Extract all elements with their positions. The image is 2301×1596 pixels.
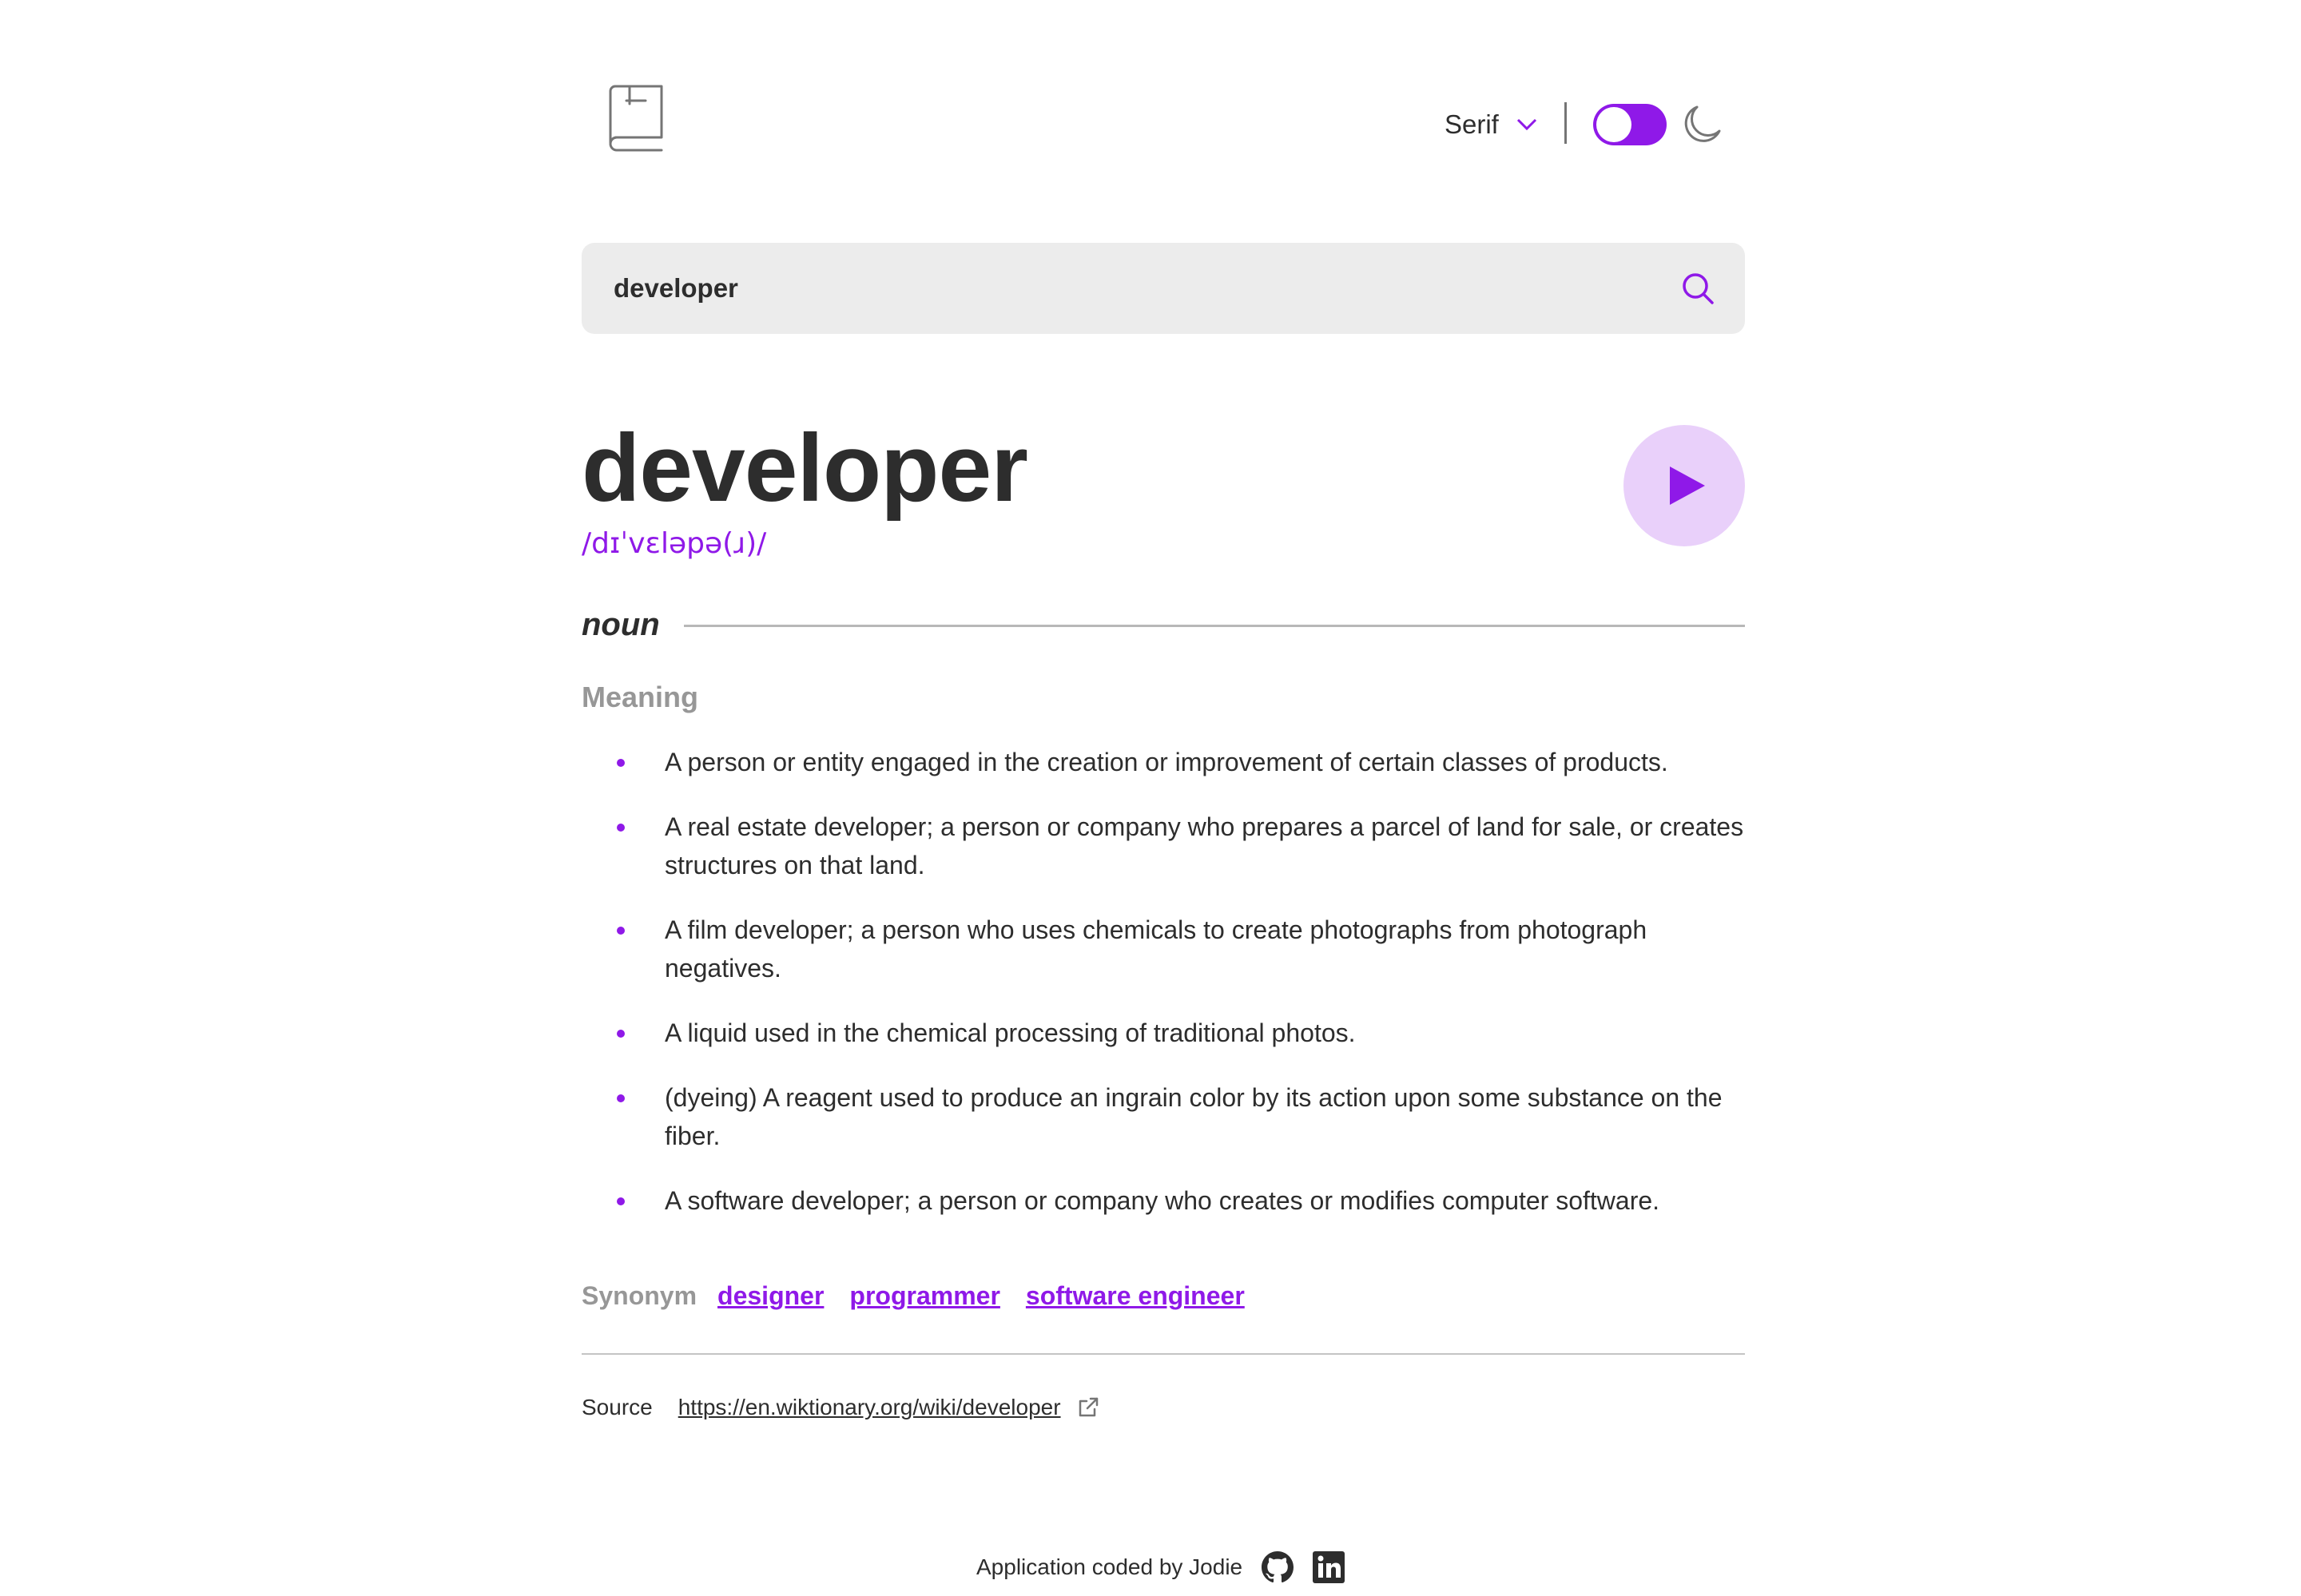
definition-text: A real estate developer; a person or com… [665, 812, 1744, 879]
font-selector[interactable]: Serif [1445, 105, 1537, 144]
header: Serif [582, 85, 1745, 158]
linkedin-icon[interactable] [1313, 1551, 1345, 1583]
book-logo-icon[interactable] [607, 85, 665, 152]
definition-item: A person or entity engaged in the creati… [617, 743, 1745, 781]
theme-toggle-knob [1596, 107, 1631, 142]
footer-credit: Application coded by Jodie [976, 1554, 1243, 1579]
font-selector-label: Serif [1445, 109, 1499, 139]
play-audio-button[interactable] [1623, 425, 1745, 546]
external-link-icon[interactable] [1077, 1396, 1099, 1419]
source-divider [582, 1353, 1745, 1355]
phonetic: /dɪˈvɛləpə(ɹ)/ [582, 527, 767, 560]
bullet-icon [617, 759, 625, 767]
synonym-links: designer programmer software engineer [717, 1281, 1245, 1311]
part-of-speech: noun [582, 607, 660, 642]
bullet-icon [617, 1197, 625, 1205]
part-of-speech-divider [684, 625, 1745, 627]
definition-text: A film developer; a person who uses chem… [665, 915, 1647, 983]
definition-text: A software developer; a person or compan… [665, 1186, 1660, 1215]
synonym-link[interactable]: programmer [849, 1281, 1000, 1311]
bullet-icon [617, 927, 625, 935]
source-link[interactable]: https://en.wiktionary.org/wiki/developer [678, 1395, 1061, 1420]
bullet-icon [617, 1030, 625, 1038]
search-bar [582, 243, 1745, 334]
definition-text: (dyeing) A reagent used to produce an in… [665, 1083, 1723, 1150]
play-icon [1670, 466, 1705, 505]
search-input[interactable] [614, 243, 1636, 334]
definition-item: A liquid used in the chemical processing… [617, 1014, 1745, 1052]
definition-list: A person or entity engaged in the creati… [617, 743, 1745, 1246]
word-title: developer [582, 415, 1028, 522]
search-icon[interactable] [1681, 272, 1715, 305]
meaning-heading: Meaning [582, 681, 699, 713]
synonyms-row: Synonym designer programmer software eng… [582, 1281, 1245, 1311]
source-row: Source https://en.wiktionary.org/wiki/de… [582, 1395, 1099, 1420]
source-label: Source [582, 1395, 653, 1419]
definition-item: A real estate developer; a person or com… [617, 808, 1745, 884]
header-divider [1564, 102, 1567, 144]
moon-icon [1684, 105, 1721, 142]
chevron-down-icon [1516, 118, 1536, 131]
footer: Application coded by Jodie [976, 1551, 1345, 1583]
bullet-icon [617, 824, 625, 832]
synonym-link[interactable]: software engineer [1026, 1281, 1245, 1311]
synonym-link[interactable]: designer [717, 1281, 824, 1311]
theme-toggle[interactable] [1593, 104, 1667, 145]
definition-item: A film developer; a person who uses chem… [617, 911, 1745, 987]
synonym-label: Synonym [582, 1281, 697, 1310]
github-icon[interactable] [1262, 1551, 1294, 1583]
definition-item: A software developer; a person or compan… [617, 1181, 1745, 1220]
bullet-icon [617, 1094, 625, 1102]
definition-item: (dyeing) A reagent used to produce an in… [617, 1078, 1745, 1155]
app: Serif developer /dɪˈvɛləpə(ɹ)/ noun Mean… [582, 0, 1745, 1596]
definition-text: A liquid used in the chemical processing… [665, 1018, 1356, 1047]
definition-text: A person or entity engaged in the creati… [665, 748, 1668, 776]
